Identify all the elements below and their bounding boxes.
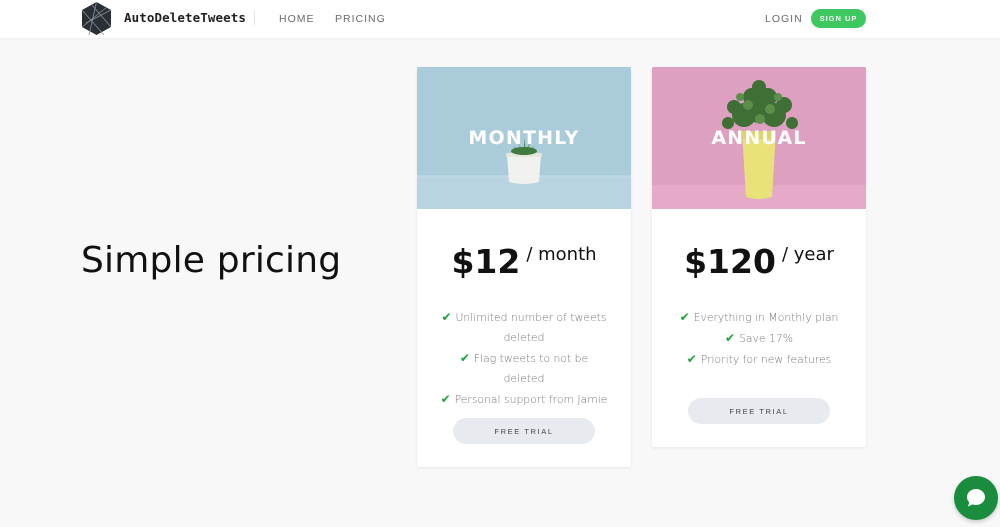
nav-divider bbox=[254, 11, 255, 25]
feature-list-annual: ✔ Everything in Monthly plan ✔ Save 17% ✔ P… bbox=[652, 307, 866, 370]
plan-title-monthly: MONTHLY bbox=[468, 127, 580, 149]
hexagon-logo-icon[interactable] bbox=[80, 1, 113, 36]
chat-launcher-button[interactable] bbox=[954, 476, 998, 520]
brand-name[interactable]: AutoDeleteTweets bbox=[124, 10, 246, 25]
price-unit: / year bbox=[781, 244, 834, 265]
page-title: Simple pricing bbox=[81, 240, 342, 281]
feature-item: ✔ Save 17% bbox=[652, 328, 866, 349]
price-annual: $120/ year bbox=[652, 242, 866, 281]
price-amount: $12 bbox=[451, 242, 521, 281]
nav-home-link[interactable]: HOME bbox=[279, 13, 315, 25]
checkmark-icon: ✔ bbox=[441, 310, 452, 324]
pricing-card-annual: ANNUAL $120/ year ✔ Everything in Monthly… bbox=[652, 67, 866, 447]
top-navbar: AutoDeleteTweets HOME PRICING LOGIN SIGN… bbox=[0, 0, 1000, 38]
login-link[interactable]: LOGIN bbox=[765, 13, 803, 25]
chat-bubble-icon bbox=[967, 489, 985, 507]
checkmark-icon: ✔ bbox=[679, 310, 690, 324]
checkmark-icon: ✔ bbox=[725, 331, 736, 345]
free-trial-button-monthly[interactable]: FREE TRIAL bbox=[453, 418, 595, 444]
feature-item: ✔ Priority for new features bbox=[652, 349, 866, 370]
checkmark-icon: ✔ bbox=[440, 392, 451, 406]
signup-button[interactable]: SIGN UP bbox=[811, 9, 866, 28]
nav-pricing-link[interactable]: PRICING bbox=[335, 13, 386, 25]
feature-item: ✔ Flag tweets to not be deleted bbox=[417, 348, 631, 389]
checkmark-icon: ✔ bbox=[686, 352, 697, 366]
price-unit: / month bbox=[526, 244, 597, 265]
price-amount: $120 bbox=[684, 242, 776, 281]
annual-plan-image: ANNUAL bbox=[652, 67, 866, 209]
checkmark-icon: ✔ bbox=[459, 351, 470, 365]
price-monthly: $12/ month bbox=[417, 242, 631, 281]
feature-item: ✔ Personal support from Jamie bbox=[417, 389, 631, 410]
monthly-plan-image: MONTHLY bbox=[417, 67, 631, 209]
pricing-card-monthly: MONTHLY $12/ month ✔ Unlimited number of … bbox=[417, 67, 631, 467]
free-trial-button-annual[interactable]: FREE TRIAL bbox=[688, 398, 830, 424]
feature-item: ✔ Everything in Monthly plan bbox=[652, 307, 866, 328]
plan-title-annual: ANNUAL bbox=[711, 127, 807, 149]
feature-list-monthly: ✔ Unlimited number of tweets deleted ✔ Fla… bbox=[417, 307, 631, 410]
feature-item: ✔ Unlimited number of tweets deleted bbox=[417, 307, 631, 348]
